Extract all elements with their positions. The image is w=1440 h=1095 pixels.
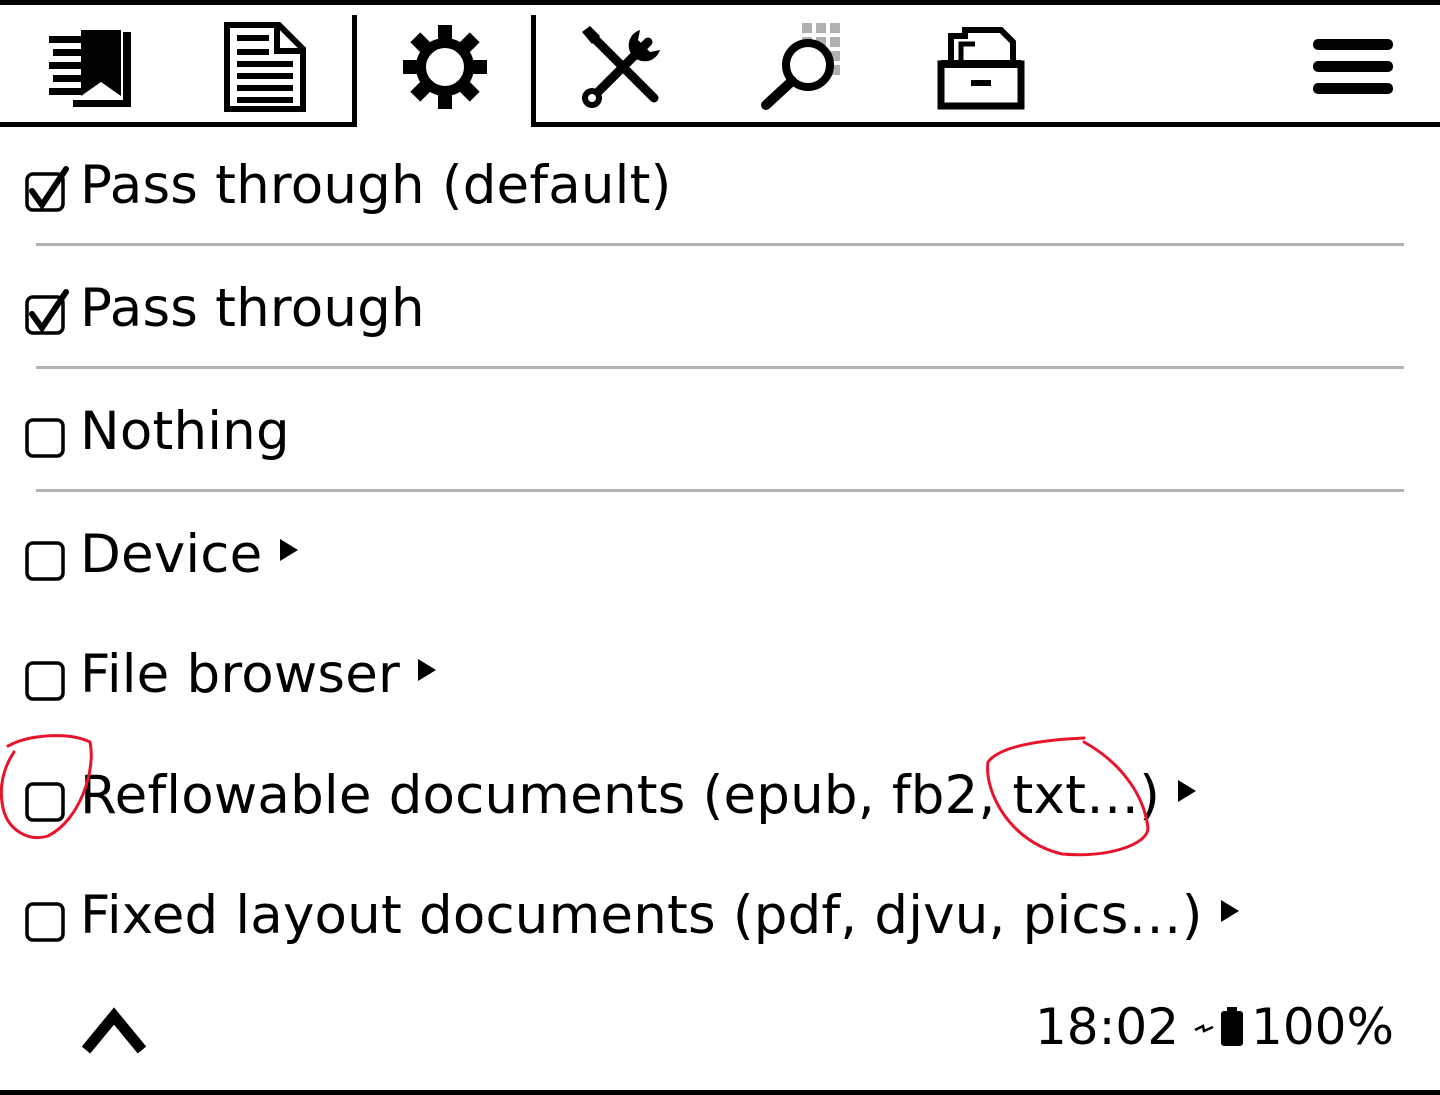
unchecked-checkbox xyxy=(24,526,80,582)
tools-icon xyxy=(582,26,660,108)
menu-item-label: File browser xyxy=(80,643,400,705)
gear-icon xyxy=(403,25,487,109)
tab-underline-right xyxy=(531,122,1440,127)
tab-settings[interactable] xyxy=(385,17,505,117)
checkbox-empty-icon xyxy=(25,418,65,458)
unchecked-checkbox xyxy=(24,646,80,702)
document-icon xyxy=(224,22,306,112)
tab-document[interactable] xyxy=(205,17,325,117)
menu-item-label: Reflowable documents (epub, fb2, txt…) xyxy=(80,764,1161,826)
checkmark-icon xyxy=(25,289,69,335)
search-icon xyxy=(761,23,840,110)
filing-cabinet-icon xyxy=(937,27,1025,110)
clock: 18:02 xyxy=(1034,998,1180,1056)
chevron-up-icon xyxy=(82,1007,146,1054)
tab-bar xyxy=(0,5,1440,129)
checkbox-empty-icon xyxy=(25,782,65,822)
hamburger-menu-icon xyxy=(1313,39,1393,94)
tab-tools[interactable] xyxy=(563,17,683,117)
menu-item-label: Fixed layout documents (pdf, djvu, pics…… xyxy=(80,884,1203,946)
checkbox-empty-icon xyxy=(25,541,65,581)
active-tab-left-edge xyxy=(352,15,357,127)
menu-item-file-browser[interactable]: File browser xyxy=(24,634,1404,714)
menu-item-label: Pass through xyxy=(80,277,425,339)
menu-item-label: Device xyxy=(80,523,263,585)
page-up-button[interactable] xyxy=(72,990,156,1070)
footer: 18:02 100% xyxy=(0,990,1440,1070)
checkbox-empty-icon xyxy=(25,902,65,942)
battery-percent: 100% xyxy=(1251,998,1394,1056)
checked-checkbox xyxy=(24,157,80,213)
menu-item-nothing[interactable]: Nothing xyxy=(24,391,1404,471)
submenu-arrow-icon xyxy=(1220,900,1239,922)
separator xyxy=(36,366,1404,369)
submenu-arrow-icon xyxy=(280,539,299,561)
submenu-arrow-icon xyxy=(1178,780,1197,802)
tab-underline-left xyxy=(0,122,357,127)
charging-bolt-icon xyxy=(1194,1024,1214,1033)
active-tab-right-edge xyxy=(531,15,536,127)
separator xyxy=(36,489,1404,492)
menu-item-reflowable-documents[interactable]: Reflowable documents (epub, fb2, txt…) xyxy=(24,755,1404,835)
tab-filemanager[interactable] xyxy=(922,17,1042,117)
checkbox-empty-icon xyxy=(25,661,65,701)
menu-item-device[interactable]: Device xyxy=(24,514,1404,594)
menu-item-fixed-layout-documents[interactable]: Fixed layout documents (pdf, djvu, pics…… xyxy=(24,875,1404,955)
submenu-arrow-icon xyxy=(418,659,436,681)
separator xyxy=(36,243,1404,246)
status-bar: 18:02 100% xyxy=(1035,998,1394,1056)
tab-search[interactable] xyxy=(742,17,862,117)
tab-navigation[interactable] xyxy=(28,17,148,117)
bottom-border xyxy=(0,1090,1440,1095)
unchecked-checkbox xyxy=(24,767,80,823)
battery-icon xyxy=(1221,1007,1244,1046)
tab-main-menu[interactable] xyxy=(1293,17,1413,117)
checkmark-icon xyxy=(25,166,69,212)
menu-item-label: Pass through (default) xyxy=(80,154,672,216)
checked-checkbox xyxy=(24,280,80,336)
menu-item-pass-through-default[interactable]: Pass through (default) xyxy=(24,145,1404,225)
menu-item-pass-through[interactable]: Pass through xyxy=(24,268,1404,348)
menu-item-label: Nothing xyxy=(80,400,290,462)
unchecked-checkbox xyxy=(24,887,80,943)
unchecked-checkbox xyxy=(24,403,80,459)
book-list-icon xyxy=(49,30,131,107)
